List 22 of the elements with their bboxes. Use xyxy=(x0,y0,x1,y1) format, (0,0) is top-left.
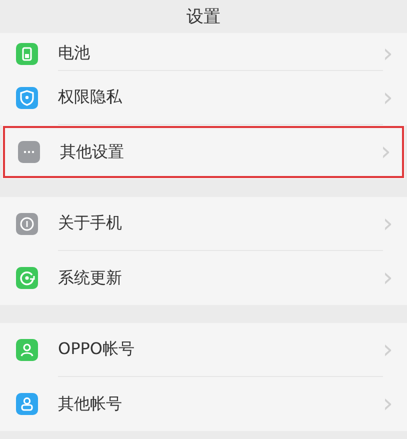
chevron: › xyxy=(382,265,393,291)
item-label: 权限隐私 xyxy=(58,87,122,108)
item-label: 系统更新 xyxy=(58,268,122,288)
item-label: 电池 xyxy=(58,43,90,64)
settings-row[interactable]: 其他帐号 › xyxy=(0,377,407,431)
settings-row[interactable]: 系统更新 › xyxy=(0,251,407,305)
settings-row[interactable]: 关于手机 › xyxy=(0,197,407,251)
item-label: 其他设置 xyxy=(60,142,124,162)
chevron: › xyxy=(382,41,393,67)
settings-row[interactable]: 权限隐私 › xyxy=(0,71,407,125)
settings-row[interactable]: OPPO帐号 › xyxy=(0,323,407,377)
settings-row[interactable]: 电池 › xyxy=(0,33,407,71)
settings-row[interactable]: 其他设置 › xyxy=(2,125,405,179)
chevron: › xyxy=(380,139,391,165)
chevron: › xyxy=(382,337,393,363)
page-title: 设置 xyxy=(186,6,220,28)
chevron: › xyxy=(382,85,393,111)
chevron: › xyxy=(382,391,393,417)
chevron: › xyxy=(382,211,393,237)
item-label: OPPO帐号 xyxy=(58,339,134,360)
item-label: 关于手机 xyxy=(58,213,122,234)
item-label: 其他帐号 xyxy=(58,394,122,414)
